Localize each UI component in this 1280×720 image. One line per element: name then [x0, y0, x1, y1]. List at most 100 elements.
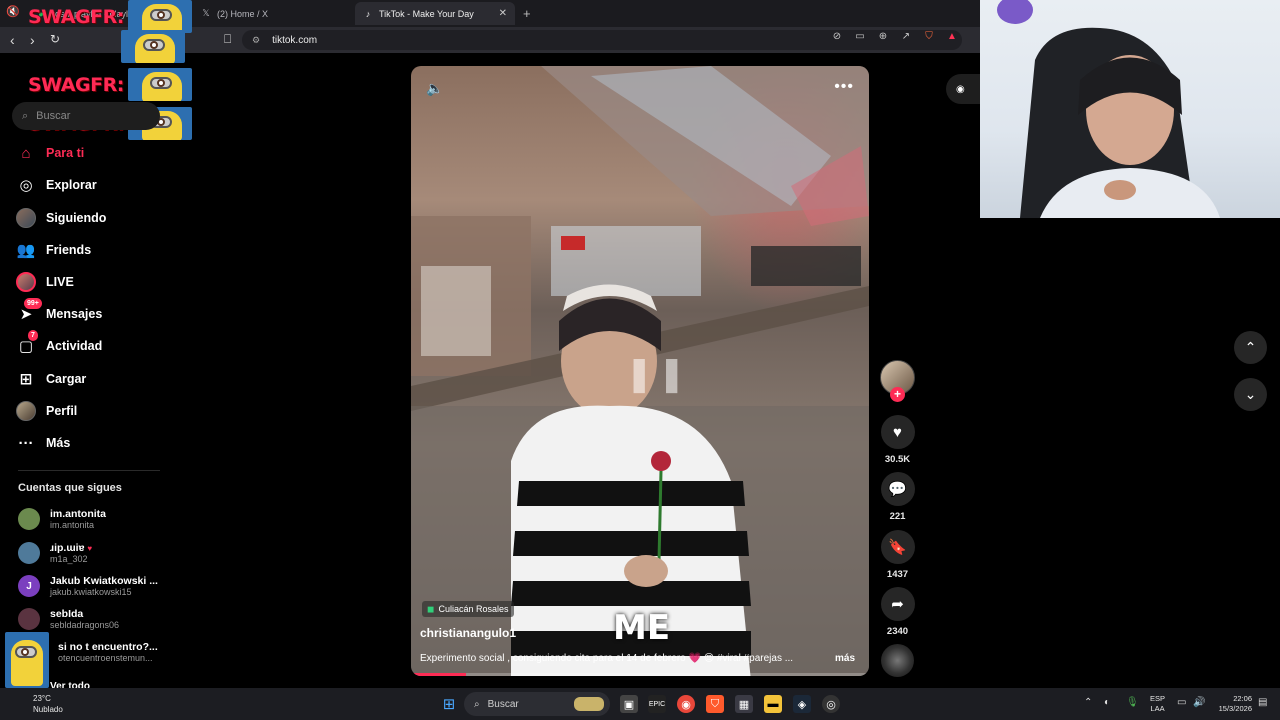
following-account[interactable]: ɹip.ɯiɐ ♥ m1a_302 [18, 542, 92, 564]
share-action[interactable]: ➦ 2340 [880, 587, 915, 637]
next-video-button[interactable]: ⌄ [1234, 378, 1267, 411]
microphone-icon[interactable]: 🎙 [1126, 697, 1139, 708]
site-info-icon[interactable]: ⚙ [252, 35, 260, 46]
upload-icon: ⊞ [19, 371, 33, 388]
task-view-icon[interactable]: ▣ [620, 695, 638, 713]
minion-image [127, 68, 192, 101]
steam-icon[interactable]: ◈ [793, 695, 811, 713]
url-text: tiktok.com [272, 34, 318, 46]
sidebar-item-actividad[interactable]: ▢ 7 Actividad [16, 330, 102, 357]
new-tab-button[interactable]: + [523, 6, 531, 21]
brave-rewards-icon[interactable]: ▲ [946, 31, 958, 42]
weather-widget[interactable]: 23°C Nublado [33, 693, 63, 715]
bookmark-icon[interactable]: ⎕ [224, 32, 231, 47]
store-icon[interactable]: ▦ [735, 695, 753, 713]
zoom-icon[interactable]: ⊕ [877, 31, 889, 42]
forward-icon[interactable]: › [30, 32, 35, 48]
account-name: Jakub Kwiatkowski ... [50, 575, 158, 587]
music-disc-icon[interactable] [881, 644, 914, 677]
obs-icon[interactable]: ◎ [822, 695, 840, 713]
following-section-title: Cuentas que sigues [18, 482, 122, 494]
compass-icon: ◎ [19, 177, 33, 194]
like-action[interactable]: ♥ 30.5K [880, 415, 915, 465]
avatar: J [18, 575, 40, 597]
tiktok-icon: ♪ [365, 8, 371, 19]
clock-date: 15/3/2026 [1218, 704, 1252, 713]
sidebar-item-label: Friends [46, 243, 92, 257]
volume-icon[interactable]: 🔈 [426, 80, 443, 97]
back-icon[interactable]: ‹ [10, 32, 15, 48]
sidebar-item-para-ti[interactable]: ⌂ Para ti [16, 142, 84, 164]
no-tracking-icon[interactable]: ⊘ [831, 31, 843, 42]
video-username[interactable]: christianangulo1 [420, 626, 516, 640]
avatar [18, 608, 40, 630]
search-icon: ⌕ [22, 109, 29, 122]
epic-games-icon[interactable]: EPIC [648, 695, 666, 713]
sidebar-item-label: Para ti [46, 146, 85, 160]
sidebar-item-live[interactable]: LIVE [16, 271, 74, 293]
save-count: 1437 [886, 569, 909, 580]
previous-video-button[interactable]: ⌃ [1234, 331, 1267, 364]
discord-icon[interactable]: ◐ [1104, 697, 1110, 708]
sidebar-item-explorar[interactable]: ◎ Explorar [16, 174, 96, 196]
audio-muted-icon[interactable]: 🔇 [6, 5, 20, 18]
chrome-icon[interactable]: ◉ [677, 695, 695, 713]
sidebar-item-cargar[interactable]: ⊞ Cargar [16, 368, 87, 390]
tab-tiktok[interactable]: ♪ TikTok - Make Your Day ✕ [355, 2, 515, 25]
reload-icon[interactable]: ↻ [50, 32, 60, 46]
tab-label: (2) Home / X [217, 8, 269, 19]
system-clock[interactable]: 22:06 15/3/2026 [1212, 694, 1252, 714]
language-indicator[interactable]: ESP LAA [1150, 694, 1165, 714]
network-icon[interactable]: ▭ [1177, 697, 1186, 708]
follow-plus-button[interactable]: + [890, 387, 905, 402]
sidebar-item-perfil[interactable]: Perfil [16, 400, 77, 422]
save-action[interactable]: 🔖 1437 [880, 530, 915, 580]
divider [18, 470, 160, 471]
account-user: im.antonita [50, 520, 95, 530]
profile-avatar [16, 401, 36, 421]
sidebar-item-friends[interactable]: 👥 Friends [16, 239, 92, 261]
sidebar-item-mas[interactable]: ··· Más [16, 432, 71, 454]
windows-start-icon[interactable]: ⊞ [440, 695, 458, 713]
sidebar-item-siguiendo[interactable]: Siguiendo [16, 207, 106, 229]
cast-icon[interactable]: ▭ [854, 31, 866, 42]
tray-chevron-icon[interactable]: ⌃ [1084, 697, 1092, 708]
heart-icon[interactable]: ♥ [880, 415, 915, 449]
following-account[interactable]: im.antonita im.antonita [18, 508, 106, 530]
following-account[interactable]: sebIda sebldadragons06 [18, 608, 119, 630]
location-chip[interactable]: ◼ Culiacán Rosales [422, 601, 514, 617]
pause-icon[interactable]: ❚❚ [625, 354, 690, 394]
video-player[interactable]: 🔈 ••• ❚❚ ME ◼ Culiacán Rosales christian… [411, 66, 869, 676]
tab-x-home[interactable]: 𝕏 (2) Home / X [193, 2, 353, 25]
chevron-down-icon: ⌄ [1244, 386, 1257, 402]
share-icon[interactable]: ↗ [900, 31, 912, 42]
comment-icon[interactable]: 💬 [880, 472, 915, 506]
volume-icon[interactable]: 🔊 [1193, 697, 1205, 708]
notifications-icon[interactable]: ▤ [1258, 697, 1267, 708]
video-description: Experimento social , consiguiendo cita p… [420, 653, 794, 664]
description-more-link[interactable]: más [835, 653, 855, 664]
following-account[interactable]: J Jakub Kwiatkowski ... jakub.kwiatkowski… [18, 575, 158, 597]
sidebar-item-mensajes[interactable]: ➤ 99+ Mensajes [16, 298, 103, 325]
bookmark-icon[interactable]: 🔖 [880, 530, 915, 564]
taskbar-search[interactable]: ⌕ Buscar [464, 692, 610, 716]
video-progress-bar[interactable] [411, 673, 869, 676]
brave-icon[interactable]: ⛉ [706, 695, 724, 713]
search-icon: ⌕ [474, 698, 480, 710]
location-pin-icon: ◼ [427, 603, 435, 614]
close-tab-icon[interactable]: ✕ [499, 8, 507, 19]
comment-action[interactable]: 💬 221 [880, 472, 915, 522]
app-icon: ◉ [956, 83, 965, 95]
sidebar-item-label: Cargar [46, 372, 87, 386]
sidebar-item-label: Mensajes [46, 307, 103, 321]
get-app-button[interactable]: ◉ [946, 74, 980, 104]
sidebar-search[interactable]: ⌕ Buscar [12, 102, 160, 130]
minion-image [5, 632, 49, 688]
video-progress-fill [411, 673, 466, 676]
file-explorer-icon[interactable]: ▬ [764, 695, 782, 713]
brave-shield-icon[interactable]: ⛉ [923, 31, 935, 42]
more-options-icon[interactable]: ••• [834, 78, 854, 96]
activity-icon: ▢ 7 [16, 330, 38, 356]
share-icon[interactable]: ➦ [880, 587, 915, 621]
minion-image [127, 0, 192, 33]
